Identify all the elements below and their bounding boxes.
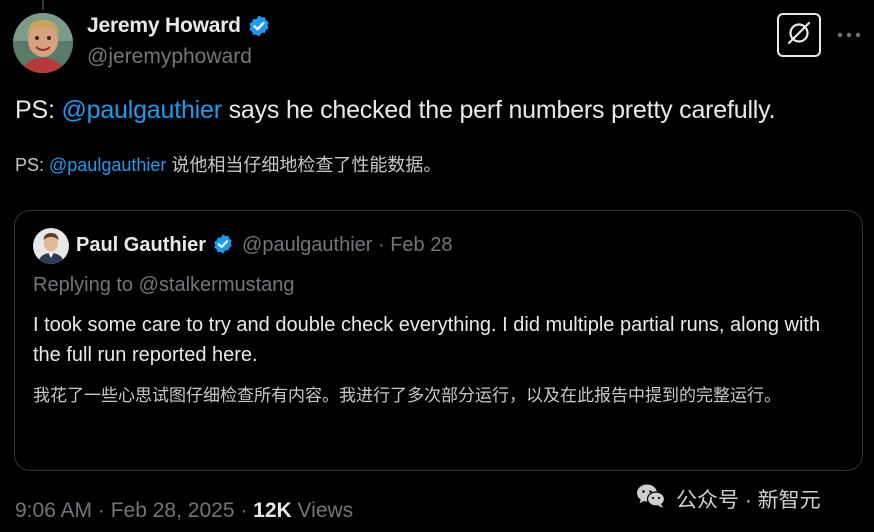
wechat-icon (636, 483, 666, 514)
post-mention-link[interactable]: @paulgauthier (61, 96, 222, 124)
post-time[interactable]: 9:06 AM (15, 499, 92, 523)
author-handle[interactable]: @jeremyphoward (87, 45, 252, 69)
post-date[interactable]: Feb 28, 2025 (111, 499, 235, 523)
quote-name-row: Paul Gauthier @paulgauthier · Feb 28 (76, 233, 452, 257)
quote-display-name[interactable]: Paul Gauthier (76, 234, 206, 257)
thread-connector-line (42, 0, 44, 10)
translation-rest: 说他相当仔细地检查了性能数据。 (166, 155, 442, 175)
footer-separator: · (234, 499, 254, 522)
footer-separator: · (92, 499, 111, 522)
watermark-text: 公众号 · 新智元 (676, 488, 821, 512)
quote-separator: · (372, 233, 391, 256)
author-display-name[interactable]: Jeremy Howard (87, 14, 241, 38)
grok-button[interactable] (777, 13, 821, 57)
quote-translation: 我花了一些心思试图仔细检查所有内容。我进行了多次部分运行，以及在此报告中提到的完… (33, 386, 781, 405)
post-text-prefix: PS: (15, 96, 62, 124)
quote-replying-to[interactable]: Replying to @stalkermustang (33, 274, 295, 297)
more-icon (837, 26, 861, 44)
author-name-row: Jeremy Howard (87, 14, 271, 38)
watermark: 公众号 · 新智元 (636, 483, 821, 514)
quoted-post-card[interactable]: Paul Gauthier @paulgauthier · Feb 28 Rep… (14, 210, 863, 471)
translation-prefix: PS: (15, 155, 50, 175)
views-label: Views (291, 499, 354, 522)
post-metadata: 9:06 AM · Feb 28, 2025 · 12K Views (15, 499, 353, 523)
views-count[interactable]: 12K (253, 499, 292, 523)
quote-verified-badge-icon[interactable] (212, 233, 236, 257)
more-options-button[interactable] (836, 22, 862, 48)
quote-text: I took some care to try and double check… (33, 314, 821, 366)
post-translation: PS: @paulgauthier 说他相当仔细地检查了性能数据。 (15, 151, 441, 177)
quote-handle[interactable]: @paulgauthier (242, 234, 372, 256)
quote-date[interactable]: Feb 28 (390, 234, 452, 256)
verified-badge-icon[interactable] (247, 14, 271, 38)
translation-mention-link[interactable]: @paulgauthier (49, 155, 166, 175)
grok-icon (786, 20, 812, 51)
quote-author-avatar[interactable] (33, 228, 69, 264)
author-avatar[interactable] (13, 13, 73, 73)
post-text-rest: says he checked the perf numbers pretty … (221, 96, 776, 124)
post-text: PS: @paulgauthier says he checked the pe… (15, 96, 776, 125)
